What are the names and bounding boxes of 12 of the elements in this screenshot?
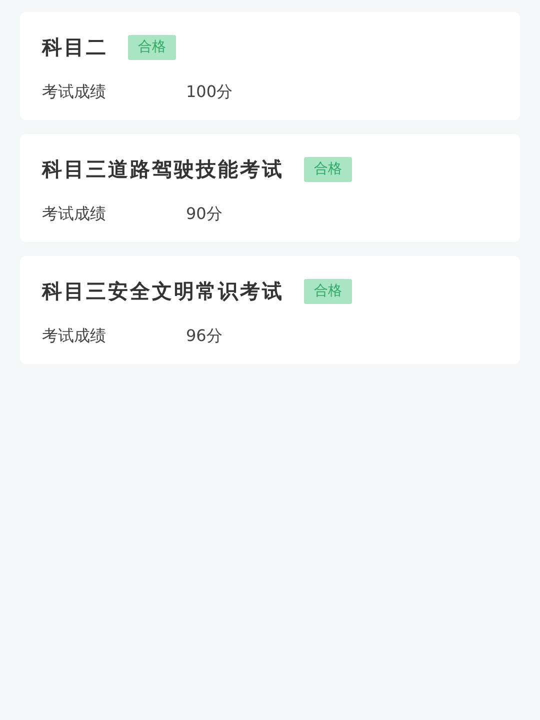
exam-title: 科目三道路驾驶技能考试 [42, 156, 284, 183]
exam-title: 科目二 [42, 34, 108, 61]
status-badge: 合格 [304, 278, 352, 304]
score-label: 考试成绩 [42, 325, 107, 347]
score-label: 考试成绩 [42, 81, 107, 103]
score-value: 90分 [186, 203, 222, 225]
status-badge: 合格 [304, 156, 352, 182]
score-value: 96分 [186, 325, 222, 347]
exam-title: 科目三安全文明常识考试 [42, 278, 284, 305]
score-label: 考试成绩 [42, 203, 107, 225]
score-value: 100分 [186, 81, 233, 103]
status-badge: 合格 [128, 34, 176, 60]
